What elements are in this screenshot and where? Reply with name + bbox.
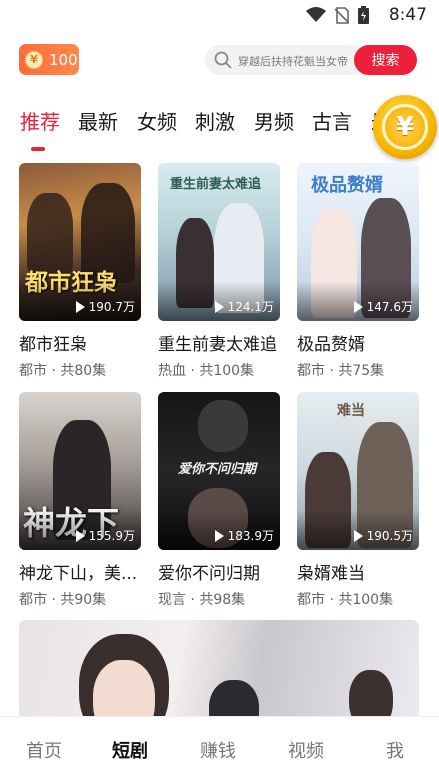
- drama-card[interactable]: 极品赘婿 147.6万 极品赘婿 都市 · 共75集: [297, 163, 419, 380]
- drama-poster[interactable]: 重生前妻太难追 124.1万: [158, 163, 280, 321]
- poster-title-art: 难当: [337, 403, 365, 419]
- play-icon: [214, 300, 224, 313]
- search-icon: [214, 51, 232, 69]
- view-count-text: 124.1万: [227, 300, 274, 314]
- play-icon: [214, 529, 224, 542]
- play-icon: [75, 300, 85, 313]
- nav-home[interactable]: 首页: [26, 737, 62, 763]
- status-bar: 8:47: [0, 0, 439, 30]
- reward-coin-button[interactable]: ¥: [373, 95, 437, 159]
- drama-poster[interactable]: 爱你不问归期 183.9万: [158, 392, 280, 550]
- active-tab-indicator: [31, 147, 45, 151]
- coin-balance-badge[interactable]: ¥ 100: [19, 44, 79, 75]
- view-count: 190.7万: [75, 298, 135, 315]
- nav-earn[interactable]: 赚钱: [200, 737, 236, 763]
- drama-poster[interactable]: 极品赘婿 147.6万: [297, 163, 419, 321]
- drama-title[interactable]: 神龙下山，美...: [19, 559, 141, 584]
- poster-title-art: 爱你不问归期: [178, 462, 257, 477]
- drama-meta: 都市 · 共90集: [19, 592, 107, 608]
- view-count: 183.9万: [214, 527, 274, 544]
- drama-poster[interactable]: 神龙下 155.9万: [19, 392, 141, 550]
- drama-meta: 都市 · 共100集: [297, 592, 394, 608]
- battery-icon: [358, 6, 369, 24]
- drama-title[interactable]: 极品赘婿: [297, 330, 419, 355]
- nav-me[interactable]: 我: [386, 737, 404, 763]
- drama-poster[interactable]: 难当 190.5万: [297, 392, 419, 550]
- status-icons: [306, 6, 369, 24]
- drama-card[interactable]: 都市狂枭 190.7万 都市狂枭 都市 · 共80集: [19, 163, 141, 380]
- drama-title[interactable]: 枭婿难当: [297, 559, 419, 584]
- drama-meta: 现言 · 共98集: [158, 592, 246, 608]
- tab-male[interactable]: 男频: [254, 106, 294, 135]
- drama-poster[interactable]: 都市狂枭 190.7万: [19, 163, 141, 321]
- nav-video[interactable]: 视频: [288, 737, 324, 763]
- search-button[interactable]: 搜索: [354, 45, 417, 75]
- view-count-text: 190.7万: [88, 300, 135, 314]
- play-icon: [353, 300, 363, 313]
- tab-ancient[interactable]: 古言: [312, 106, 352, 135]
- featured-banner[interactable]: [19, 620, 419, 716]
- drama-card[interactable]: 重生前妻太难追 124.1万 重生前妻太难追 热血 · 共100集: [158, 163, 280, 380]
- tab-recommended[interactable]: 推荐: [20, 106, 60, 135]
- tab-thrilling[interactable]: 刺激: [195, 106, 235, 135]
- coin-count: 100: [49, 50, 78, 69]
- view-count-text: 155.9万: [88, 529, 135, 543]
- drama-meta: 热血 · 共100集: [158, 363, 255, 379]
- nav-short-drama[interactable]: 短剧: [112, 737, 148, 763]
- play-icon: [353, 529, 363, 542]
- drama-card[interactable]: 难当 190.5万 枭婿难当 都市 · 共100集: [297, 392, 419, 609]
- yen-coin-icon: ¥: [382, 104, 428, 150]
- view-count-text: 183.9万: [227, 529, 274, 543]
- tab-female[interactable]: 女频: [137, 106, 177, 135]
- clock: 8:47: [388, 5, 427, 25]
- coin-icon: ¥: [25, 50, 43, 69]
- tab-latest[interactable]: 最新: [78, 106, 118, 135]
- play-icon: [75, 529, 85, 542]
- poster-title-art: 极品赘婿: [311, 175, 383, 196]
- drama-meta: 都市 · 共75集: [297, 363, 385, 379]
- drama-title[interactable]: 都市狂枭: [19, 330, 141, 355]
- drama-card[interactable]: 神龙下 155.9万 神龙下山，美... 都市 · 共90集: [19, 392, 141, 609]
- bottom-nav: 首页 短剧 赚钱 视频 我: [0, 716, 439, 780]
- search-bar[interactable]: 穿越后扶持花魁当女帝 搜索: [205, 45, 417, 75]
- poster-title-art: 重生前妻太难追: [170, 177, 262, 192]
- view-count: 124.1万: [214, 298, 274, 315]
- drama-title[interactable]: 重生前妻太难追: [158, 330, 280, 355]
- view-count: 190.5万: [353, 527, 413, 544]
- wifi-icon: [306, 7, 326, 22]
- search-input[interactable]: 穿越后扶持花魁当女帝: [238, 53, 348, 69]
- view-count: 147.6万: [353, 298, 413, 315]
- drama-title[interactable]: 爱你不问归期: [158, 559, 280, 584]
- drama-card[interactable]: 爱你不问归期 183.9万 爱你不问归期 现言 · 共98集: [158, 392, 280, 609]
- view-count: 155.9万: [75, 527, 135, 544]
- drama-meta: 都市 · 共80集: [19, 363, 107, 379]
- no-sim-icon: [335, 6, 349, 24]
- view-count-text: 147.6万: [366, 300, 413, 314]
- view-count-text: 190.5万: [366, 529, 413, 543]
